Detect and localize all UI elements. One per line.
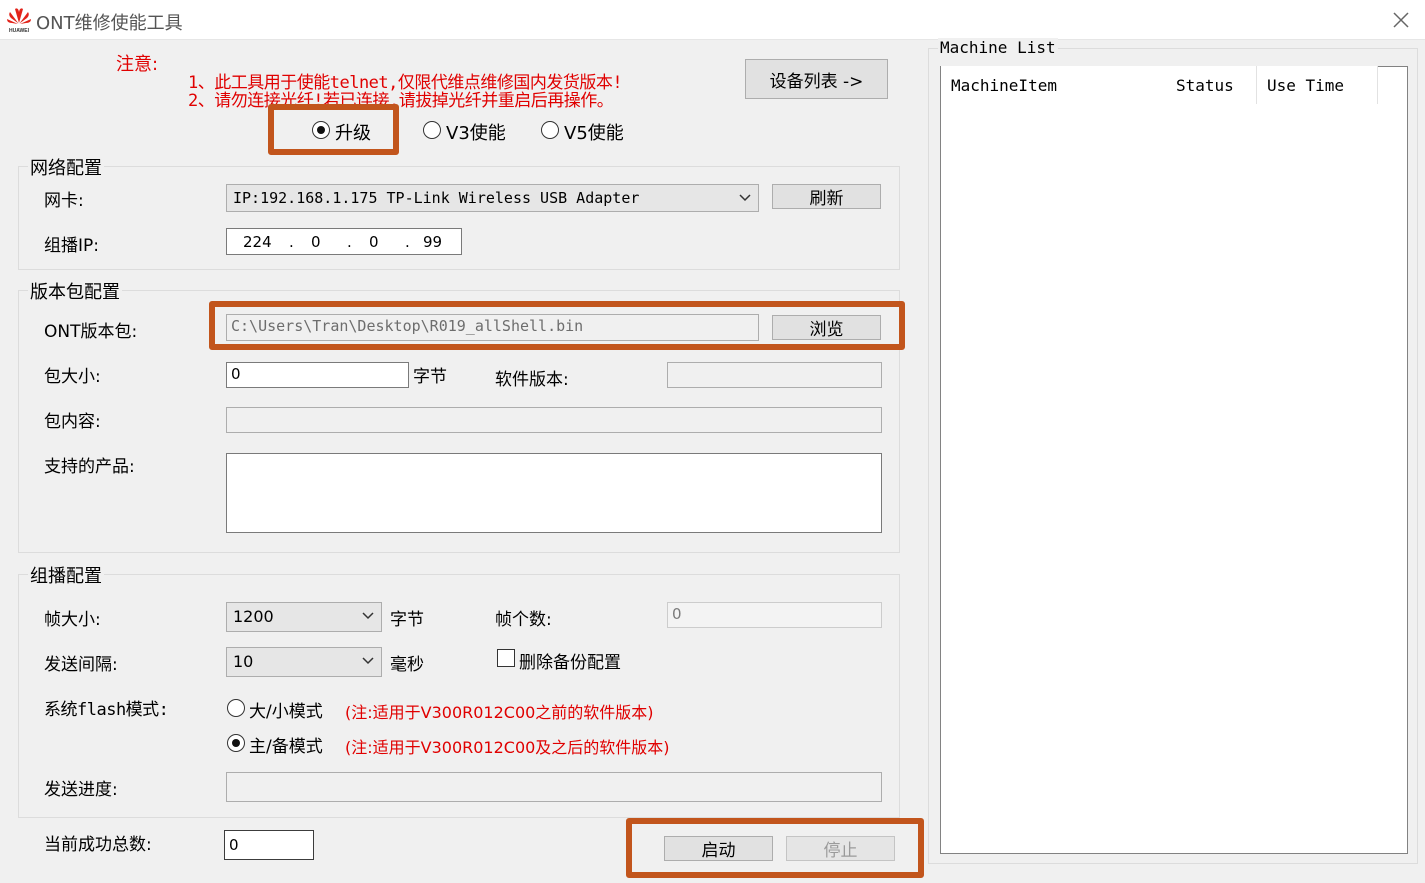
package-size-unit: 字节 bbox=[413, 367, 447, 387]
package-content-label: 包内容: bbox=[44, 412, 101, 432]
success-total-field[interactable]: 0 bbox=[224, 830, 314, 860]
big-small-mode-label: 大/小模式 bbox=[249, 702, 323, 722]
stop-button[interactable]: 停止 bbox=[786, 836, 895, 861]
network-config-title: 网络配置 bbox=[28, 154, 104, 180]
v3-enable-radio[interactable] bbox=[423, 121, 441, 139]
window-title: ONT维修使能工具 bbox=[36, 13, 183, 34]
package-size-label: 包大小: bbox=[44, 367, 101, 387]
package-config-title: 版本包配置 bbox=[28, 278, 122, 304]
ip-dot: . bbox=[289, 233, 294, 251]
software-version-field bbox=[667, 362, 882, 388]
notice-label: 注意: bbox=[116, 54, 159, 75]
success-total-label: 当前成功总数: bbox=[44, 835, 152, 855]
close-button[interactable] bbox=[1384, 6, 1418, 34]
multicast-config-title: 组播配置 bbox=[28, 562, 104, 588]
send-interval-unit: 毫秒 bbox=[390, 655, 424, 675]
ip-octet-2: 0 bbox=[311, 233, 321, 251]
ont-package-label: ONT版本包: bbox=[44, 322, 138, 342]
notice-line-2: 2、请勿连接光纤!若已连接,请拔掉光纤并重启后再操作。 bbox=[188, 91, 614, 111]
ip-dot: . bbox=[405, 233, 410, 251]
main-backup-mode-label: 主/备模式 bbox=[249, 737, 323, 757]
column-header-status[interactable]: Status bbox=[1166, 66, 1257, 104]
send-interval-value: 10 bbox=[233, 652, 254, 671]
close-icon bbox=[1393, 12, 1409, 28]
svg-text:HUAWEI: HUAWEI bbox=[9, 28, 30, 34]
v3-enable-radio-label: V3使能 bbox=[446, 123, 506, 144]
machine-list-title: Machine List bbox=[938, 38, 1058, 57]
ip-octet-3: 0 bbox=[369, 233, 379, 251]
nic-select-value: IP:192.168.1.175 TP-Link Wireless USB Ad… bbox=[233, 189, 640, 207]
upgrade-highlight bbox=[268, 104, 399, 155]
frame-size-select[interactable]: 1200 bbox=[226, 602, 382, 632]
frame-count-field: 0 bbox=[667, 602, 882, 628]
refresh-button[interactable]: 刷新 bbox=[772, 184, 881, 209]
package-content-field bbox=[226, 407, 882, 433]
browse-button[interactable]: 浏览 bbox=[772, 315, 881, 340]
machine-list[interactable] bbox=[940, 66, 1408, 854]
software-version-label: 软件版本: bbox=[495, 370, 569, 390]
supported-products-field[interactable] bbox=[226, 453, 882, 533]
main-backup-mode-radio[interactable] bbox=[227, 734, 245, 752]
chevron-down-icon bbox=[362, 657, 374, 665]
ip-octet-1: 224 bbox=[243, 233, 272, 251]
delete-backup-checkbox[interactable] bbox=[497, 649, 515, 667]
send-progress-label: 发送进度: bbox=[44, 780, 118, 800]
start-button[interactable]: 启动 bbox=[664, 836, 773, 861]
big-small-mode-radio[interactable] bbox=[227, 699, 245, 717]
frame-size-unit: 字节 bbox=[390, 610, 424, 630]
multicast-ip-field[interactable]: 224 . 0 . 0 . 99 bbox=[226, 228, 462, 255]
flash-mode-label: 系统flash模式: bbox=[44, 700, 169, 720]
column-header-use-time[interactable]: Use Time bbox=[1257, 66, 1378, 104]
supported-products-label: 支持的产品: bbox=[44, 457, 135, 477]
v5-enable-radio[interactable] bbox=[541, 121, 559, 139]
ont-package-path: C:\Users\Tran\Desktop\R019_allShell.bin bbox=[226, 314, 759, 341]
chevron-down-icon bbox=[362, 612, 374, 620]
main-backup-mode-note: (注:适用于V300R012C00及之后的软件版本) bbox=[345, 738, 670, 757]
title-bar bbox=[0, 0, 1425, 40]
send-interval-select[interactable]: 10 bbox=[226, 647, 382, 677]
huawei-logo-icon: HUAWEI bbox=[7, 8, 31, 34]
chevron-down-icon bbox=[739, 194, 751, 202]
v5-enable-radio-label: V5使能 bbox=[564, 123, 624, 144]
multicast-ip-label: 组播IP: bbox=[44, 236, 99, 256]
upgrade-radio[interactable] bbox=[312, 121, 330, 139]
ip-octet-4: 99 bbox=[423, 233, 443, 251]
nic-label: 网卡: bbox=[44, 191, 84, 211]
package-size-field[interactable]: 0 bbox=[226, 362, 409, 388]
column-header-machine-item[interactable]: MachineItem bbox=[941, 66, 1167, 104]
frame-size-label: 帧大小: bbox=[44, 610, 101, 630]
device-list-button[interactable]: 设备列表 -> bbox=[745, 59, 888, 99]
frame-count-label: 帧个数: bbox=[495, 610, 552, 630]
big-small-mode-note: (注:适用于V300R012C00之前的软件版本) bbox=[345, 703, 654, 722]
upgrade-radio-label: 升级 bbox=[335, 123, 371, 144]
ip-dot: . bbox=[347, 233, 352, 251]
delete-backup-label: 删除备份配置 bbox=[519, 653, 621, 673]
frame-size-value: 1200 bbox=[233, 607, 274, 626]
send-interval-label: 发送间隔: bbox=[44, 655, 118, 675]
send-progress-bar bbox=[226, 772, 882, 802]
nic-select[interactable]: IP:192.168.1.175 TP-Link Wireless USB Ad… bbox=[226, 184, 759, 212]
